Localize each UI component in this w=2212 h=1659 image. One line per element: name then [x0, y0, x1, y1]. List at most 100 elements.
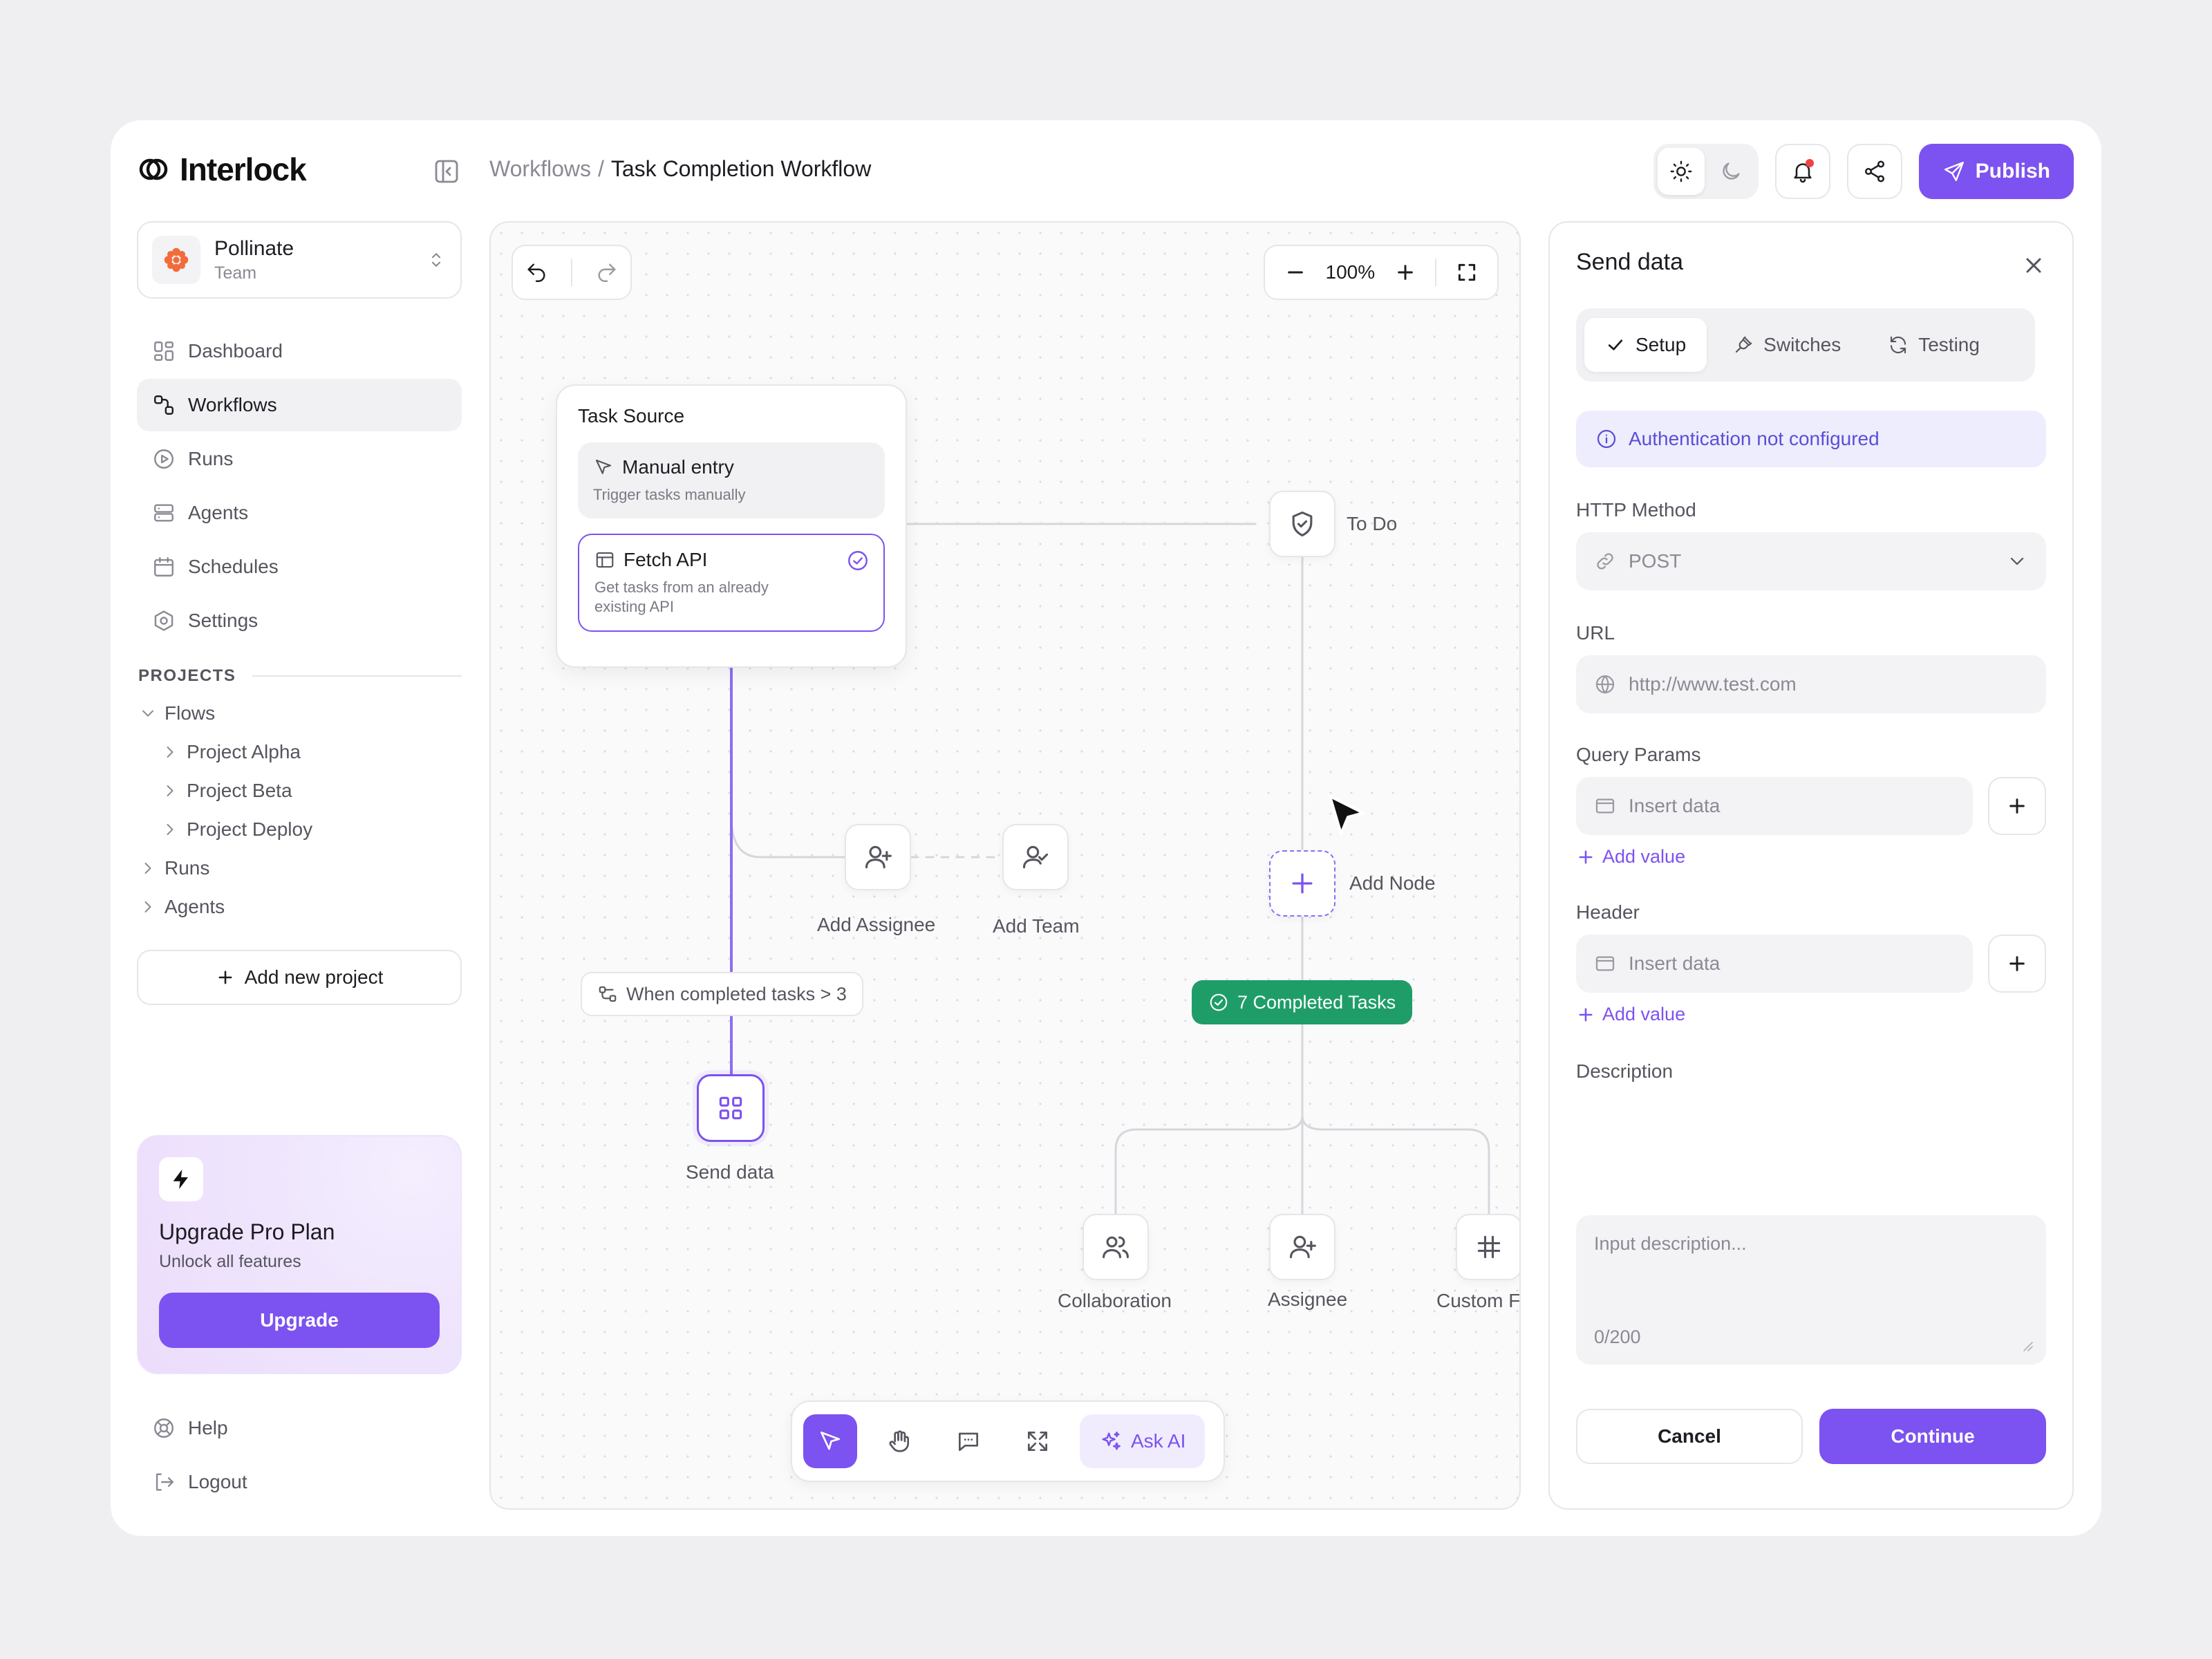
- user-check-icon: [1022, 845, 1049, 869]
- shield-check-icon: [1292, 511, 1313, 537]
- tab-setup[interactable]: Setup: [1584, 318, 1707, 372]
- globe-icon: [1595, 675, 1615, 694]
- mouse-cursor-icon: [1329, 795, 1365, 835]
- sidebar-item-logout[interactable]: Logout: [137, 1456, 462, 1508]
- team-switcher[interactable]: Pollinate Team: [137, 221, 462, 299]
- sidebar-item-dashboard[interactable]: Dashboard: [137, 325, 462, 377]
- http-method-select[interactable]: POST: [1576, 532, 2046, 590]
- sidebar-item-schedules[interactable]: Schedules: [137, 541, 462, 593]
- chevron-down-icon: [142, 710, 153, 717]
- header-placeholder: Insert data: [1629, 953, 1721, 974]
- zoom-out-icon[interactable]: [1284, 261, 1306, 283]
- tree-item-agents[interactable]: Agents: [138, 888, 462, 926]
- plug-icon: [1736, 336, 1752, 353]
- upgrade-button[interactable]: Upgrade: [159, 1293, 440, 1348]
- wire-branch-left: [1114, 1114, 1304, 1215]
- pan-tool[interactable]: [872, 1414, 926, 1468]
- todo-node[interactable]: [1269, 491, 1335, 557]
- tab-label: Testing: [1918, 334, 1980, 355]
- custom-field-node[interactable]: [1456, 1214, 1519, 1280]
- resize-grip-icon[interactable]: [2018, 1337, 2035, 1353]
- zoom-in-icon[interactable]: [1394, 261, 1416, 283]
- tree-item-project-deploy[interactable]: Project Deploy: [138, 810, 462, 849]
- share-button[interactable]: [1846, 144, 1902, 199]
- breadcrumb-parent[interactable]: Workflows: [489, 156, 591, 182]
- header-label: Header: [1576, 901, 1640, 923]
- panel-title: Send data: [1576, 249, 1684, 275]
- url-input[interactable]: http://www.test.com: [1576, 655, 2046, 713]
- interlock-logo-icon: [139, 158, 168, 180]
- completed-tasks-badge[interactable]: 7 Completed Tasks: [1192, 980, 1413, 1024]
- url-label: URL: [1576, 622, 1615, 644]
- breadcrumb: Workflows / Task Completion Workflow: [489, 156, 871, 182]
- description-textarea[interactable]: Input description... 0/200: [1576, 1215, 2046, 1365]
- redo-icon[interactable]: [595, 261, 619, 284]
- team-type: Team: [214, 263, 257, 283]
- task-source-card[interactable]: Task Source Manual entry Trigger tasks m…: [556, 384, 907, 668]
- sidebar-item-settings[interactable]: Settings: [137, 594, 462, 647]
- query-add-value-link[interactable]: Add value: [1576, 846, 1685, 868]
- tree-item-runs[interactable]: Runs: [138, 849, 462, 888]
- http-method-label: HTTP Method: [1576, 499, 1696, 521]
- tab-testing[interactable]: Testing: [1867, 318, 2000, 372]
- add-query-param-button[interactable]: [1988, 777, 2046, 835]
- expand-icon: [1027, 1431, 1048, 1452]
- comment-tool[interactable]: [941, 1414, 995, 1468]
- tree-item-project-alpha[interactable]: Project Alpha: [138, 733, 462, 771]
- add-node-button[interactable]: [1269, 850, 1335, 917]
- sun-icon: [1670, 160, 1692, 182]
- ask-ai-label: Ask AI: [1131, 1430, 1186, 1452]
- continue-button[interactable]: Continue: [1819, 1409, 2046, 1464]
- add-new-project-button[interactable]: Add new project: [137, 950, 462, 1005]
- undo-icon[interactable]: [525, 261, 548, 284]
- tree-item-flows[interactable]: Flows: [138, 694, 462, 733]
- select-tool[interactable]: [803, 1414, 857, 1468]
- hand-icon: [889, 1430, 910, 1452]
- send-data-node[interactable]: [697, 1074, 765, 1142]
- workflow-canvas[interactable]: 100% Task Source Manual entry Trigger ta…: [489, 221, 1521, 1510]
- collaboration-node[interactable]: [1082, 1214, 1149, 1280]
- brand-name: Interlock: [180, 151, 307, 187]
- notification-dot: [1805, 159, 1814, 167]
- add-node-label: Add Node: [1349, 872, 1436, 894]
- fetch-api-option[interactable]: Fetch API Get tasks from an already exis…: [578, 534, 885, 632]
- send-data-label: Send data: [686, 1161, 774, 1183]
- sidebar-item-help[interactable]: Help: [137, 1402, 462, 1454]
- add-team-node[interactable]: [1002, 824, 1069, 890]
- publish-button[interactable]: Publish: [1918, 144, 2074, 199]
- sidebar-item-runs[interactable]: Runs: [137, 433, 462, 485]
- sidebar-item-workflows[interactable]: Workflows: [137, 379, 462, 431]
- tree-item-project-beta[interactable]: Project Beta: [138, 771, 462, 810]
- light-mode-button[interactable]: [1657, 148, 1705, 195]
- cancel-button[interactable]: Cancel: [1576, 1409, 1803, 1464]
- header-actions: Publish: [1653, 144, 2074, 199]
- ask-ai-button[interactable]: Ask AI: [1080, 1414, 1206, 1468]
- dark-mode-button[interactable]: [1707, 148, 1754, 195]
- team-logo: [152, 236, 200, 284]
- tree-item-label: Agents: [165, 896, 225, 917]
- close-icon[interactable]: [2021, 253, 2046, 278]
- tree-item-label: Project Alpha: [187, 741, 301, 762]
- assignee-node[interactable]: [1269, 1214, 1335, 1280]
- add-assignee-node[interactable]: [845, 824, 911, 890]
- brand[interactable]: Interlock: [137, 151, 307, 188]
- add-header-button[interactable]: [1988, 935, 2046, 993]
- hash-icon: [1477, 1235, 1501, 1259]
- sidebar-item-agents[interactable]: Agents: [137, 487, 462, 539]
- sidebar-item-label: Workflows: [188, 394, 277, 415]
- condition-pill[interactable]: When completed tasks > 3: [581, 972, 863, 1016]
- header-input[interactable]: Insert data: [1576, 935, 1973, 993]
- header-add-value-link[interactable]: Add value: [1576, 1004, 1685, 1025]
- auth-alert[interactable]: Authentication not configured: [1576, 411, 2046, 467]
- notifications-button[interactable]: [1774, 144, 1830, 199]
- bottom-nav: Help Logout: [137, 1402, 462, 1510]
- sidebar-collapse-icon[interactable]: [433, 158, 460, 185]
- expand-tool[interactable]: [1011, 1414, 1065, 1468]
- tab-switches[interactable]: Switches: [1712, 318, 1862, 372]
- sidebar-item-label: Help: [188, 1417, 228, 1438]
- table-icon: [596, 552, 614, 568]
- share-icon: [1864, 160, 1884, 182]
- manual-entry-option[interactable]: Manual entry Trigger tasks manually: [578, 442, 885, 518]
- fullscreen-icon[interactable]: [1456, 261, 1478, 283]
- query-params-input[interactable]: Insert data: [1576, 777, 1973, 835]
